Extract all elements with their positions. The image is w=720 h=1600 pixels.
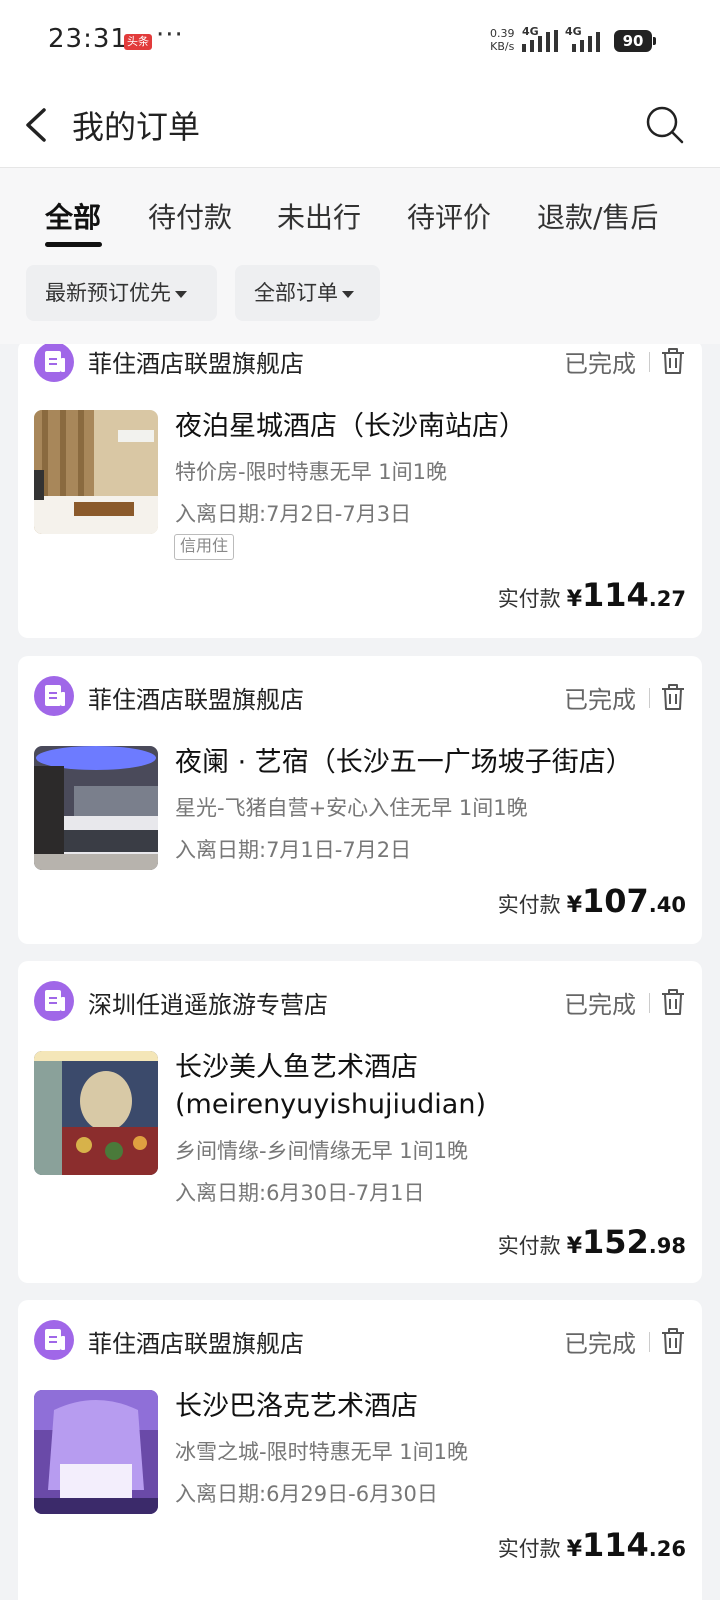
- trash-icon[interactable]: [660, 682, 686, 712]
- paid-amount-label: 实付款: [497, 893, 561, 917]
- tab-refund-aftersales[interactable]: 退款/售后: [537, 196, 658, 236]
- price-integer: 114: [582, 1526, 649, 1564]
- divider: [649, 1332, 650, 1352]
- tab-pending-review[interactable]: 待评价: [407, 196, 491, 236]
- more-notifications-icon: ···: [156, 20, 184, 50]
- hotel-thumbnail[interactable]: [34, 746, 158, 870]
- tab-pending-payment[interactable]: 待付款: [148, 196, 232, 236]
- order-status: 已完成: [564, 686, 636, 714]
- paid-amount: 实付款 ¥152.98: [498, 1223, 686, 1261]
- price-decimal: .98: [648, 1234, 686, 1258]
- price-integer: 152: [582, 1223, 649, 1261]
- paid-amount-label: 实付款: [497, 587, 561, 611]
- order-status: 已完成: [564, 991, 636, 1019]
- shop-name[interactable]: 深圳任逍遥旅游专营店: [88, 985, 328, 1020]
- currency-symbol: ¥: [566, 1537, 582, 1562]
- stay-dates: 入离日期:7月1日-7月2日: [175, 838, 412, 862]
- hotel-name[interactable]: 夜阑 · 艺宿（长沙五一广场坡子街店）: [175, 744, 685, 781]
- order-type-filter-button[interactable]: 全部订单: [235, 265, 380, 321]
- trash-icon[interactable]: [660, 346, 686, 376]
- network-speed-value: 0.39: [490, 27, 515, 40]
- caret-down-icon: [175, 290, 187, 298]
- credit-stay-tag: 信用住: [174, 534, 235, 560]
- hotel-name[interactable]: 长沙巴洛克艺术酒店: [175, 1388, 685, 1425]
- order-status: 已完成: [564, 1330, 636, 1358]
- status-time: 23:31: [48, 24, 128, 54]
- stay-dates: 入离日期:6月30日-7月1日: [175, 1181, 425, 1205]
- divider: [649, 688, 650, 708]
- signal-icon-1: [522, 30, 558, 52]
- network-speed: 0.39 KB/s: [490, 27, 515, 53]
- news-badge: 头条: [124, 34, 152, 50]
- order-card[interactable]: 菲住酒店联盟旗舰店 已完成 夜泊星城酒店（长沙南站店） 特价房-限时特惠无早 1…: [18, 344, 702, 638]
- tab-not-traveled[interactable]: 未出行: [277, 196, 361, 236]
- price-integer: 114: [582, 576, 649, 614]
- paid-amount-label: 实付款: [497, 1537, 561, 1561]
- room-info: 星光-飞猪自营+安心入住无早 1间1晚: [175, 796, 528, 820]
- sort-filter-button[interactable]: 最新预订优先: [26, 265, 217, 321]
- order-type-filter-label: 全部订单: [254, 281, 338, 305]
- room-info: 乡间情缘-乡间情缘无早 1间1晚: [175, 1139, 468, 1163]
- price-decimal: .26: [648, 1537, 686, 1561]
- shop-name[interactable]: 菲住酒店联盟旗舰店: [88, 344, 304, 379]
- tab-bar: 全部 待付款 未出行 待评价 退款/售后 最新预订优先 全部订单: [0, 168, 720, 344]
- order-card[interactable]: 深圳任逍遥旅游专营店 已完成 长沙美人鱼艺术酒店(meirenyuyishuji…: [18, 961, 702, 1283]
- sort-filter-label: 最新预订优先: [45, 281, 171, 305]
- shop-icon: [34, 344, 74, 382]
- order-status: 已完成: [564, 350, 636, 378]
- order-list: 菲住酒店联盟旗舰店 已完成 夜泊星城酒店（长沙南站店） 特价房-限时特惠无早 1…: [0, 344, 720, 1600]
- price-integer: 107: [582, 882, 649, 920]
- hotel-name[interactable]: 夜泊星城酒店（长沙南站店）: [175, 408, 685, 445]
- stay-dates: 入离日期:7月2日-7月3日: [175, 502, 412, 526]
- currency-symbol: ¥: [566, 1234, 582, 1259]
- currency-symbol: ¥: [566, 587, 582, 612]
- paid-amount: 实付款 ¥107.40: [498, 882, 686, 920]
- hotel-thumbnail[interactable]: [34, 1390, 158, 1514]
- stay-dates: 入离日期:6月29日-6月30日: [175, 1482, 438, 1506]
- shop-name[interactable]: 菲住酒店联盟旗舰店: [88, 1324, 304, 1359]
- battery-tip: [653, 37, 656, 45]
- hotel-name[interactable]: 长沙美人鱼艺术酒店(meirenyuyishujiudian): [175, 1049, 685, 1123]
- paid-amount: 实付款 ¥114.26: [498, 1526, 686, 1564]
- shop-icon: [34, 981, 74, 1021]
- status-bar: 23:31 头条 ··· 0.39 KB/s 4G 4G 90: [0, 0, 720, 82]
- currency-symbol: ¥: [566, 893, 582, 918]
- shop-icon: [34, 1320, 74, 1360]
- price-decimal: .27: [648, 587, 686, 611]
- caret-down-icon: [342, 290, 354, 298]
- paid-amount: 实付款 ¥114.27: [498, 576, 686, 614]
- price-decimal: .40: [648, 893, 686, 917]
- order-card[interactable]: 菲住酒店联盟旗舰店 已完成 长沙巴洛克艺术酒店 冰雪之城-限时特惠无早 1间1晚…: [18, 1300, 702, 1600]
- trash-icon[interactable]: [660, 987, 686, 1017]
- order-card[interactable]: 菲住酒店联盟旗舰店 已完成 夜阑 · 艺宿（长沙五一广场坡子街店） 星光-飞猪自…: [18, 656, 702, 944]
- header: 我的订单: [0, 82, 720, 168]
- shop-icon: [34, 676, 74, 716]
- room-info: 特价房-限时特惠无早 1间1晚: [175, 460, 447, 484]
- shop-name[interactable]: 菲住酒店联盟旗舰店: [88, 680, 304, 715]
- divider: [649, 993, 650, 1013]
- network-speed-unit: KB/s: [490, 40, 515, 53]
- tab-all[interactable]: 全部: [45, 196, 101, 236]
- page-title: 我的订单: [72, 108, 201, 146]
- hotel-thumbnail[interactable]: [34, 410, 158, 534]
- room-info: 冰雪之城-限时特惠无早 1间1晚: [175, 1440, 468, 1464]
- paid-amount-label: 实付款: [497, 1234, 561, 1258]
- signal-icon-2: [572, 32, 600, 52]
- active-tab-indicator: [45, 242, 102, 247]
- divider: [649, 352, 650, 372]
- search-icon[interactable]: [640, 100, 690, 150]
- chevron-left-icon[interactable]: [18, 100, 58, 150]
- hotel-thumbnail[interactable]: [34, 1051, 158, 1175]
- trash-icon[interactable]: [660, 1326, 686, 1356]
- battery-icon: 90: [614, 30, 652, 52]
